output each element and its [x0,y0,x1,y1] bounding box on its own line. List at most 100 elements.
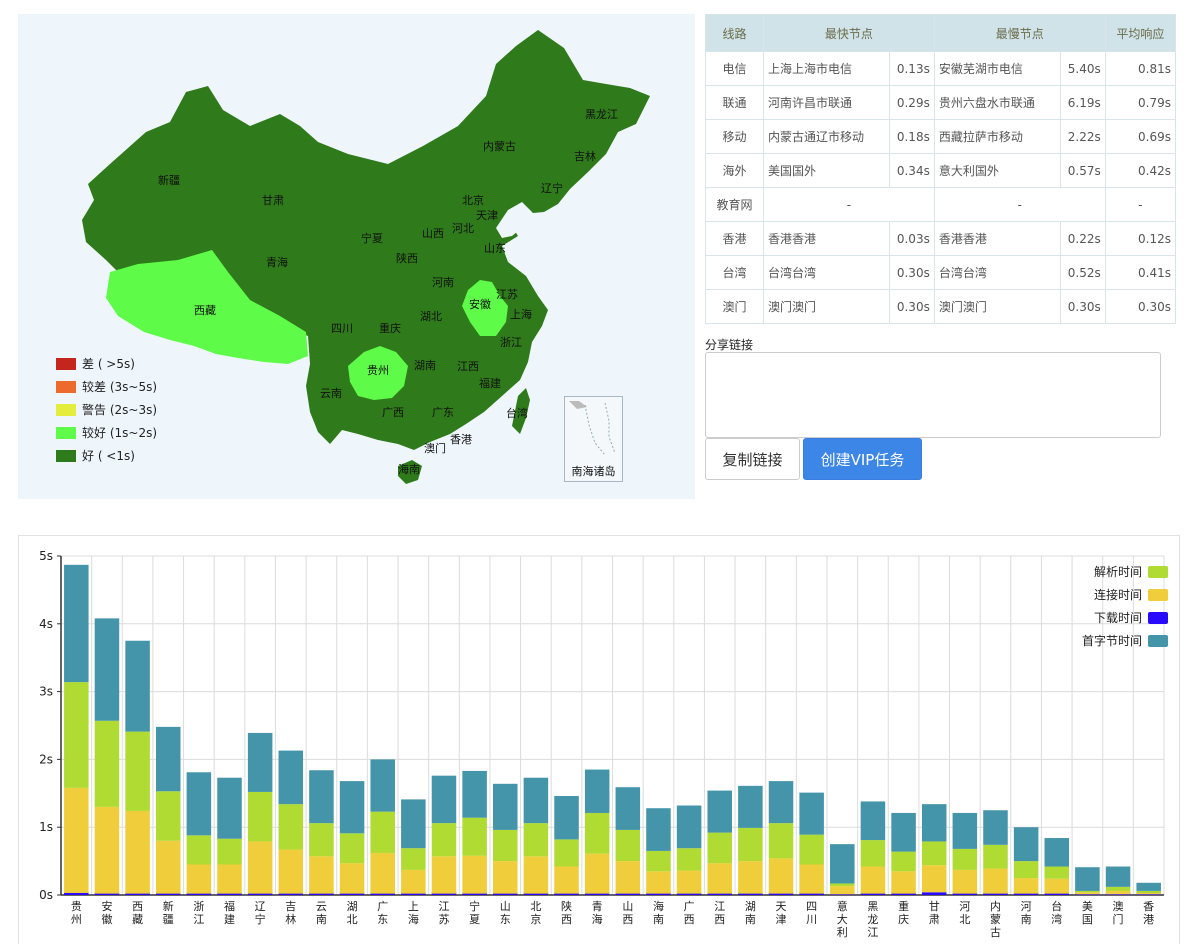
province-label[interactable]: 澳门 [424,441,446,455]
bar-segment[interactable] [125,731,150,811]
bar-segment[interactable] [431,775,457,824]
province-label[interactable]: 台湾 [506,406,528,420]
bar-segment[interactable] [278,750,304,805]
bar-segment[interactable] [921,804,947,842]
bar-segment[interactable] [247,732,273,792]
bar-segment[interactable] [125,640,150,732]
province-label[interactable]: 山东 [484,242,506,255]
province-label[interactable]: 北京 [462,193,484,207]
bar-segment[interactable] [94,806,120,894]
province-label[interactable]: 内蒙古 [483,139,516,153]
bar-segment[interactable] [738,827,763,862]
province-label[interactable]: 河南 [432,276,454,289]
bar-segment[interactable] [799,834,824,865]
bar-segment[interactable] [768,858,794,894]
bar-segment[interactable] [155,840,181,894]
bar-segment[interactable] [676,805,702,849]
province-label[interactable]: 天津 [476,209,498,222]
province-label[interactable]: 福建 [479,376,501,390]
bar-segment[interactable] [523,777,549,824]
bar-segment[interactable] [830,883,855,887]
bar-segment[interactable] [186,835,212,865]
province-label[interactable]: 宁夏 [361,231,383,245]
province-label[interactable]: 云南 [320,387,342,400]
bar-segment[interactable] [278,849,304,894]
bar-segment[interactable] [1013,878,1039,894]
province-label[interactable]: 辽宁 [541,181,563,195]
bar-segment[interactable] [554,839,579,867]
bar-segment[interactable] [462,817,487,856]
province-label[interactable]: 江西 [457,360,479,373]
bar-segment[interactable] [247,791,273,842]
bar-segment[interactable] [952,812,978,849]
bar-segment[interactable] [309,856,334,894]
bar-segment[interactable] [707,790,732,833]
province-label[interactable]: 新疆 [158,173,180,187]
bar-segment[interactable] [493,783,518,830]
bar-segment[interactable] [523,823,549,857]
bar-segment[interactable] [676,848,702,871]
bar-segment[interactable] [125,810,150,894]
province-label[interactable]: 陕西 [396,251,418,265]
bar-segment[interactable] [983,844,1008,869]
bar-segment[interactable] [1075,892,1100,895]
bar-segment[interactable] [339,833,365,864]
bar-segment[interactable] [860,801,886,841]
copy-link-button[interactable]: 复制链接 [705,438,800,480]
bar-segment[interactable] [646,850,671,872]
bar-segment[interactable] [155,726,181,792]
bar-segment[interactable] [278,804,304,850]
bar-segment[interactable] [860,840,886,867]
province-label[interactable]: 黑龙江 [585,108,618,121]
bar-segment[interactable] [584,812,610,854]
province-label[interactable]: 山西 [422,227,444,240]
bar-segment[interactable] [462,770,487,818]
bar-segment[interactable] [584,769,610,813]
bar-segment[interactable] [401,799,426,849]
bar-segment[interactable] [309,770,334,824]
bar-segment[interactable] [94,720,120,807]
province-label[interactable]: 湖南 [414,359,436,372]
bar-segment[interactable] [401,869,426,894]
bar-segment[interactable] [462,855,487,894]
bar-segment[interactable] [707,832,732,864]
province-label[interactable]: 河北 [452,222,474,235]
bar-segment[interactable] [1075,867,1100,891]
bar-segment[interactable] [646,871,671,894]
bar-segment[interactable] [646,808,671,851]
bar-segment[interactable] [370,811,395,853]
bar-segment[interactable] [186,864,212,894]
bar-segment[interactable] [247,841,273,894]
bar-segment[interactable] [1105,890,1131,895]
bar-segment[interactable] [799,792,824,835]
province-label[interactable]: 广西 [382,406,404,419]
bar-segment[interactable] [738,785,763,828]
bar-segment[interactable] [493,829,518,862]
create-vip-task-button[interactable]: 创建VIP任务 [803,438,922,480]
province-label[interactable]: 甘肃 [262,194,284,207]
bar-segment[interactable] [952,869,978,894]
bar-segment[interactable] [1013,827,1039,862]
bar-segment[interactable] [94,618,120,721]
bar-segment[interactable] [339,863,365,894]
province-label[interactable]: 香港 [450,433,472,446]
bar-segment[interactable] [217,838,242,865]
bar-segment[interactable] [676,870,702,894]
bar-segment[interactable] [830,886,855,895]
bar-segment[interactable] [921,865,947,893]
bar-segment[interactable] [891,812,916,852]
bar-segment[interactable] [1044,866,1070,879]
bar-segment[interactable] [370,852,395,894]
bar-segment[interactable] [1136,892,1161,895]
bar-segment[interactable] [523,856,549,894]
bar-segment[interactable] [799,864,824,894]
bar-segment[interactable] [1136,890,1161,893]
bar-segment[interactable] [952,848,978,870]
province-label[interactable]: 西藏 [194,304,216,317]
bar-segment[interactable] [768,823,794,859]
province-label[interactable]: 安徽 [469,297,491,311]
bar-segment[interactable] [830,844,855,884]
bar-segment[interactable] [921,841,947,866]
province-label[interactable]: 贵州 [367,364,389,377]
bar-segment[interactable] [738,861,763,894]
